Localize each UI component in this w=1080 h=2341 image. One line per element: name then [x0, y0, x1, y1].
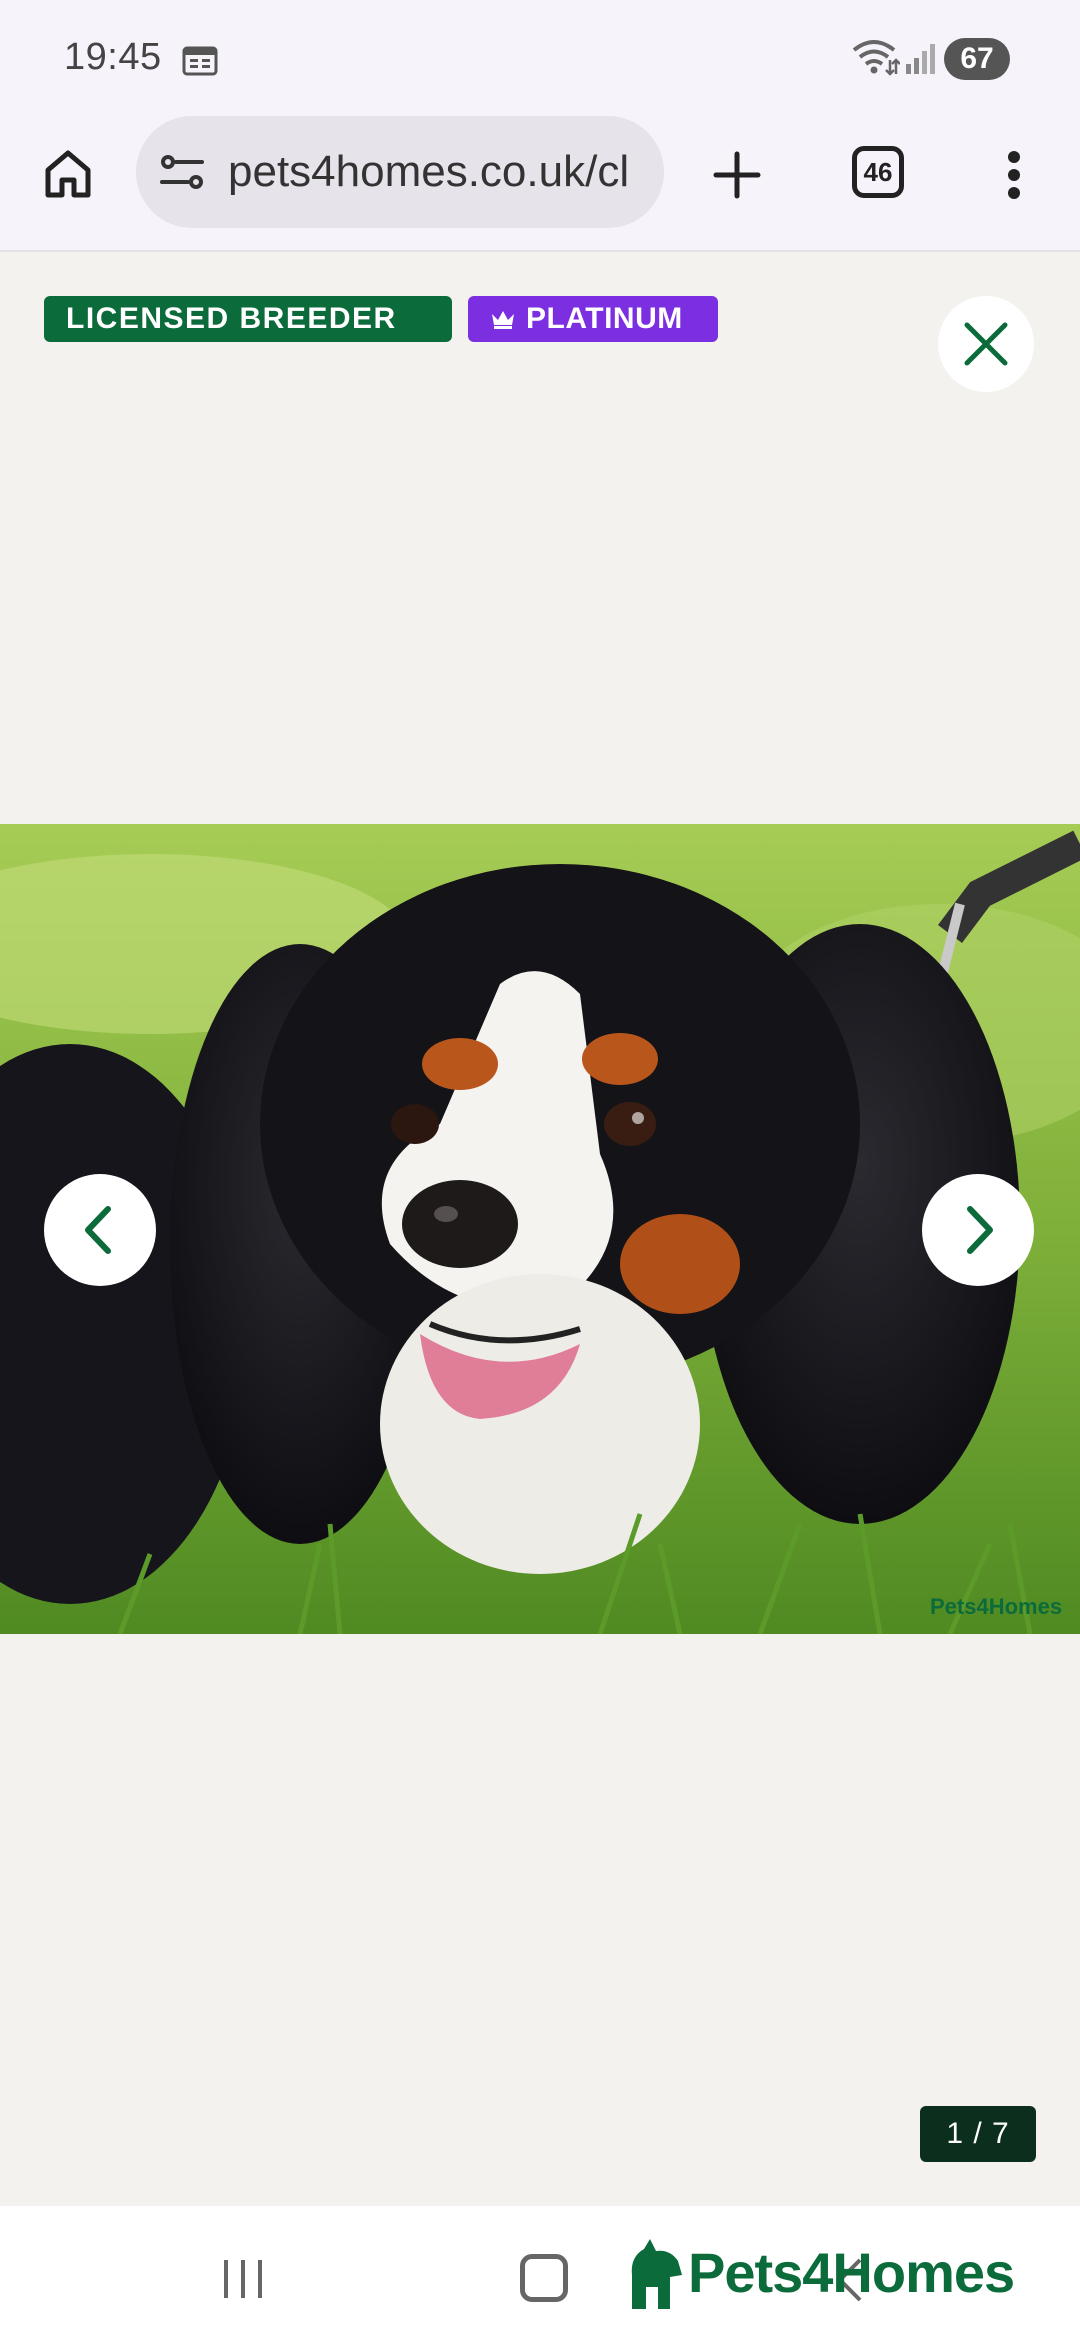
browser-menu-button[interactable] [996, 140, 1032, 210]
battery-indicator: 67 [944, 38, 1010, 80]
system-navigation-bar: Pets4Homes [0, 2206, 1080, 2341]
recent-apps-icon[interactable] [218, 2258, 268, 2300]
chevron-left-icon [85, 1206, 111, 1254]
platinum-label: PLATINUM [526, 302, 683, 335]
home-button-icon[interactable] [520, 2254, 568, 2302]
next-photo-button[interactable] [922, 1174, 1034, 1286]
plus-icon [713, 151, 761, 199]
photo-gallery-viewer: LICENSED BREEDER PLATINUM Pets4Homes 1 /… [0, 252, 1080, 2206]
licensed-breeder-badge: LICENSED BREEDER [44, 296, 452, 342]
status-bar: 19:45 67 [0, 0, 1080, 110]
more-vert-icon [1008, 151, 1020, 199]
status-time: 19:45 [64, 36, 162, 78]
home-icon [45, 150, 91, 198]
close-gallery-button[interactable] [938, 296, 1034, 392]
licensed-breeder-label: LICENSED BREEDER [66, 302, 397, 335]
crown-icon [492, 311, 514, 329]
signal-icon [906, 44, 935, 74]
tab-switcher-button[interactable]: 46 [852, 146, 904, 198]
photo-counter: 1 / 7 [920, 2106, 1036, 2162]
new-tab-button[interactable] [702, 140, 772, 210]
dog-photo: Pets4Homes [0, 824, 1080, 1634]
wifi-icon [852, 40, 900, 76]
previous-photo-button[interactable] [44, 1174, 156, 1286]
brand-name: Pets4Homes [688, 2240, 1015, 2304]
chevron-right-icon [967, 1206, 993, 1254]
pets4homes-logo-icon [631, 2239, 682, 2309]
photo-watermark: Pets4Homes [930, 1594, 1062, 1619]
platinum-badge: PLATINUM [468, 296, 718, 342]
address-bar[interactable]: pets4homes.co.uk/cl [136, 116, 664, 228]
browser-toolbar: pets4homes.co.uk/cl 46 [0, 110, 1080, 252]
close-icon [964, 322, 1008, 366]
calendar-icon [182, 46, 218, 76]
site-settings-icon[interactable] [158, 148, 206, 196]
browser-home-button[interactable] [36, 142, 100, 206]
url-text[interactable]: pets4homes.co.uk/cl [228, 147, 648, 197]
pets4homes-logo: Pets4Homes [626, 2232, 1015, 2312]
